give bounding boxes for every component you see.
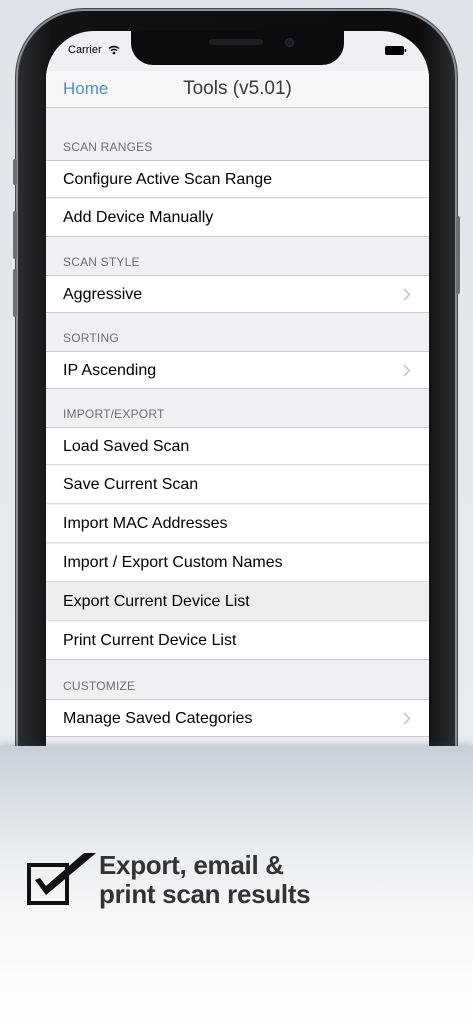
row-label: Load Saved Scan	[63, 438, 190, 455]
row-label: Manage Saved Categories	[63, 710, 253, 727]
row-configure-active-scan-range[interactable]: Configure Active Scan Range	[46, 160, 429, 198]
section-header-scan-style: SCAN STYLE	[63, 255, 140, 269]
row-export-current-device-list[interactable]: Export Current Device List	[48, 583, 427, 621]
row-label: IP Ascending	[63, 362, 157, 379]
section-header-sorting: SORTING	[63, 331, 119, 345]
row-print-current-device-list[interactable]: Print Current Device List	[46, 622, 429, 660]
speaker	[209, 39, 263, 45]
row-import-export-custom-names[interactable]: Import / Export Custom Names	[46, 544, 429, 582]
row-label: Export Current Device List	[63, 593, 250, 610]
notch	[131, 31, 344, 65]
volume-up-button	[13, 211, 17, 259]
chevron-right-icon	[403, 288, 411, 301]
section-header-import-export: IMPORT/EXPORT	[63, 407, 165, 421]
section-header-scan-ranges: SCAN RANGES	[63, 140, 153, 154]
row-add-device-manually[interactable]: Add Device Manually	[46, 199, 429, 237]
promo-line-2: print scan results	[99, 879, 311, 909]
navigation-bar: Tools (v5.01) Home	[46, 71, 429, 108]
promo-line-1: Export, email &	[99, 850, 284, 880]
row-import-mac-addresses[interactable]: Import MAC Addresses	[46, 505, 429, 543]
row-label: Configure Active Scan Range	[63, 171, 273, 188]
row-label: Save Current Scan	[63, 476, 199, 493]
section-header-customize: CUSTOMIZE	[63, 679, 136, 693]
row-aggressive[interactable]: Aggressive	[46, 275, 429, 313]
row-label: Import MAC Addresses	[63, 515, 228, 532]
row-label: Import / Export Custom Names	[63, 554, 283, 571]
row-label: Aggressive	[63, 286, 143, 303]
carrier-label: Carrier	[68, 44, 102, 56]
power-button	[456, 216, 460, 294]
phone-screen: Carrier Tools (v5.01) Home SCAN RANGES C…	[46, 31, 429, 811]
front-camera	[285, 38, 294, 47]
row-label: Print Current Device List	[63, 632, 237, 649]
checkbox-check-icon	[27, 853, 96, 905]
volume-down-button	[13, 269, 17, 317]
row-ip-ascending[interactable]: IP Ascending	[46, 351, 429, 389]
row-manage-saved-categories[interactable]: Manage Saved Categories	[46, 699, 429, 737]
row-label: Add Device Manually	[63, 209, 214, 226]
home-back-button[interactable]: Home	[63, 79, 108, 99]
mute-switch	[13, 159, 17, 185]
battery-icon	[385, 46, 407, 55]
promo-tagline: Export, email & print scan results	[99, 850, 311, 909]
chevron-right-icon	[403, 712, 411, 725]
chevron-right-icon	[403, 364, 411, 377]
wifi-icon	[108, 45, 120, 55]
row-save-current-scan[interactable]: Save Current Scan	[46, 466, 429, 504]
row-load-saved-scan[interactable]: Load Saved Scan	[46, 427, 429, 465]
